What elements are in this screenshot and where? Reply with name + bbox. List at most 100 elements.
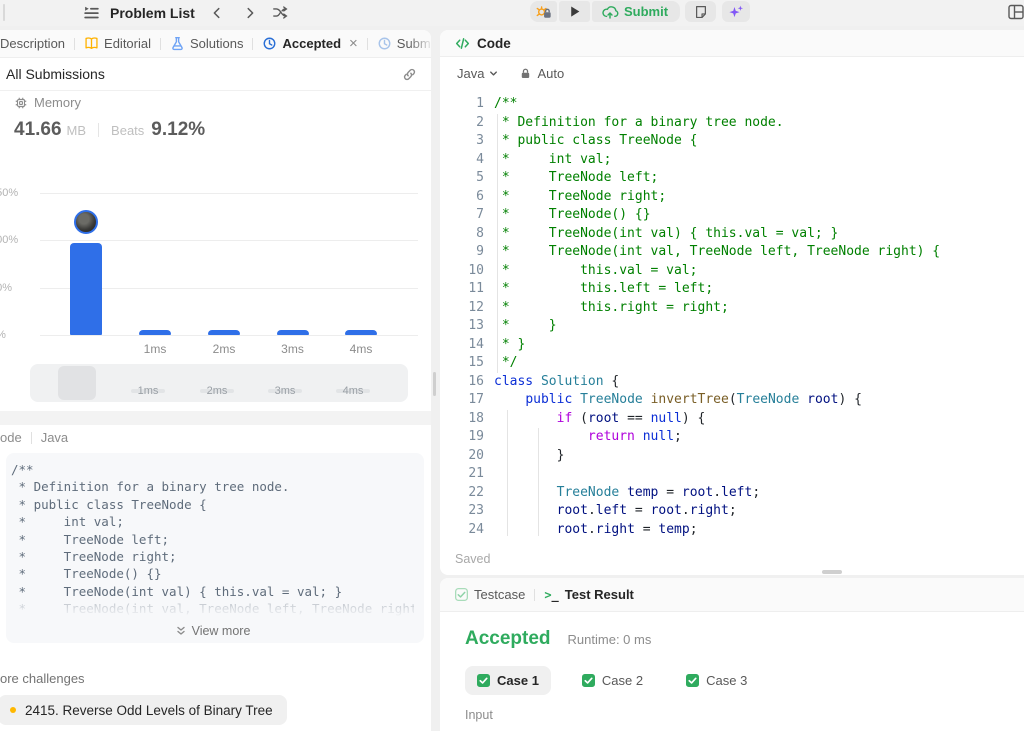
runtime-value: Runtime: 0 ms [567, 632, 652, 647]
cloud-upload-icon [601, 4, 619, 20]
status-accepted: Accepted [465, 628, 551, 649]
tab-divider [534, 588, 536, 601]
code-editor-area[interactable]: 1 /** 2 * Definition for a binary tree nod… [440, 95, 1024, 536]
chart-gridline [40, 240, 418, 242]
language-selector[interactable]: Java [457, 66, 499, 81]
editor-line[interactable]: 23 root.left = root.right; [440, 502, 1024, 521]
indent-guide [507, 409, 508, 536]
editor-line[interactable]: 5 * TreeNode left; [440, 169, 1024, 188]
tab-label: Accepted [282, 36, 342, 51]
line-code: return null; [587, 429, 682, 444]
preview-code-line-faded: * TreeNode(int val, TreeNode left, TreeN… [11, 601, 424, 617]
case-chip-1[interactable]: Case 1 [465, 666, 551, 695]
chart-bar[interactable] [70, 243, 102, 335]
editor-line[interactable]: 24 root.right = temp; [440, 521, 1024, 537]
editor-line[interactable]: 10 * this.val = val; [440, 262, 1024, 281]
tab-submissions[interactable]: Submi [377, 36, 431, 51]
minimap-selection[interactable] [58, 366, 96, 400]
code-tag-icon [455, 36, 470, 51]
line-number: 2 [476, 114, 484, 130]
editor-line[interactable]: 11 * this.left = left; [440, 280, 1024, 299]
run-button[interactable] [559, 1, 590, 22]
editor-line[interactable]: 14 * } [440, 336, 1024, 355]
code-editor-panel: Code Java Auto 1 /** 2 * Definition for a … [440, 30, 1024, 575]
line-number: 22 [468, 484, 484, 500]
chevrons-down-icon [175, 625, 187, 637]
challenge-link[interactable]: 2415. Reverse Odd Levels of Binary Tree [0, 695, 287, 725]
editor-line[interactable]: 20 } [440, 447, 1024, 466]
editor-line[interactable]: 1 /** [440, 95, 1024, 114]
tab-editorial[interactable]: Editorial [84, 36, 151, 51]
copy-link-icon[interactable] [402, 67, 417, 82]
check-icon [581, 674, 595, 687]
submit-button[interactable]: Submit [592, 1, 681, 22]
editor-line[interactable]: 16 class Solution { [440, 373, 1024, 392]
case-chip-3[interactable]: Case 3 [674, 666, 759, 695]
leetcode-workspace: Problem List Submit Description Editoria… [0, 0, 1024, 731]
editor-line[interactable]: 7 * TreeNode() {} [440, 206, 1024, 225]
chart-bar[interactable] [276, 330, 309, 335]
panel-resize-handle-vertical[interactable] [433, 372, 436, 396]
tab-accepted[interactable]: Accepted × [262, 36, 358, 51]
problem-list-icon [83, 4, 100, 21]
editor-line[interactable]: 15 */ [440, 354, 1024, 373]
editor-line[interactable]: 19 return null; [440, 428, 1024, 447]
problem-list-label[interactable]: Problem List [110, 3, 195, 23]
minimap-label: 4ms [342, 385, 364, 397]
panel-resize-handle-horizontal[interactable] [822, 570, 842, 574]
problem-list-button[interactable] [83, 2, 100, 23]
console-tab-bar: Testcase >_ Test Result [440, 578, 1024, 612]
preview-code-line: * TreeNode left; [11, 531, 170, 547]
lock-icon [519, 67, 532, 80]
y-axis-tick: 0% [0, 329, 33, 341]
tab-divider [252, 37, 254, 50]
editor-line[interactable]: 21 [440, 465, 1024, 484]
editor-line[interactable]: 17 public TreeNode invertTree(TreeNode r… [440, 391, 1024, 410]
editor-line[interactable]: 2 * Definition for a binary tree node. [440, 114, 1024, 133]
tab-testcase[interactable]: Testcase [455, 587, 525, 602]
line-code: public TreeNode invertTree(TreeNode root… [525, 392, 862, 407]
auto-toggle[interactable]: Auto [519, 66, 564, 81]
tab-solutions[interactable]: Solutions [170, 36, 243, 51]
editor-line[interactable]: 22 TreeNode temp = root.left; [440, 484, 1024, 503]
debug-button[interactable] [530, 1, 557, 22]
editor-line[interactable]: 4 * int val; [440, 151, 1024, 170]
layout-icon[interactable] [1008, 4, 1024, 20]
tab-description[interactable]: Description [0, 36, 65, 51]
x-axis-label: 3ms [281, 342, 304, 356]
line-code: TreeNode temp = root.left; [556, 484, 761, 500]
editor-title: Code [477, 35, 511, 51]
editor-line[interactable]: 13 * } [440, 317, 1024, 336]
tab-label: Submi [396, 36, 431, 51]
editor-line[interactable]: 12 * this.right = right; [440, 299, 1024, 318]
editor-header: Code [440, 30, 1024, 57]
random-problem-button[interactable] [272, 2, 288, 23]
memory-section-label: Memory [14, 95, 81, 110]
case-chip-2[interactable]: Case 2 [570, 666, 655, 695]
line-code: * this.val = val; [494, 262, 698, 278]
editor-line[interactable]: 6 * TreeNode right; [440, 188, 1024, 207]
submitted-code-preview: /** * Definition for a binary tree node.… [6, 453, 424, 643]
tab-test-result[interactable]: >_ Test Result [544, 587, 634, 602]
editor-line[interactable]: 9 * TreeNode(int val, TreeNode left, Tre… [440, 243, 1024, 262]
line-code: * int val; [494, 151, 612, 167]
chart-bar[interactable] [345, 330, 377, 335]
editor-line[interactable]: 8 * TreeNode(int val) { this.val = val; … [440, 225, 1024, 244]
line-code: root.right = temp; [556, 521, 698, 537]
next-problem-button[interactable] [243, 2, 257, 23]
line-number: 3 [476, 133, 484, 148]
ai-assistant-button[interactable] [722, 1, 750, 22]
close-icon[interactable]: × [349, 36, 358, 51]
editor-line[interactable]: 18 if (root == null) { [440, 410, 1024, 429]
memory-chip-icon [14, 96, 28, 110]
notes-button[interactable] [685, 1, 716, 22]
view-more-button[interactable]: View more [11, 624, 414, 638]
book-icon [84, 36, 99, 51]
chart-bar[interactable] [139, 330, 171, 335]
chart-bar[interactable] [208, 330, 240, 335]
flask-icon [170, 36, 185, 51]
line-number: 12 [468, 299, 484, 315]
prev-problem-button[interactable] [210, 2, 224, 23]
more-challenges-label: ore challenges [0, 671, 85, 686]
editor-line[interactable]: 3 * public class TreeNode { [440, 132, 1024, 151]
